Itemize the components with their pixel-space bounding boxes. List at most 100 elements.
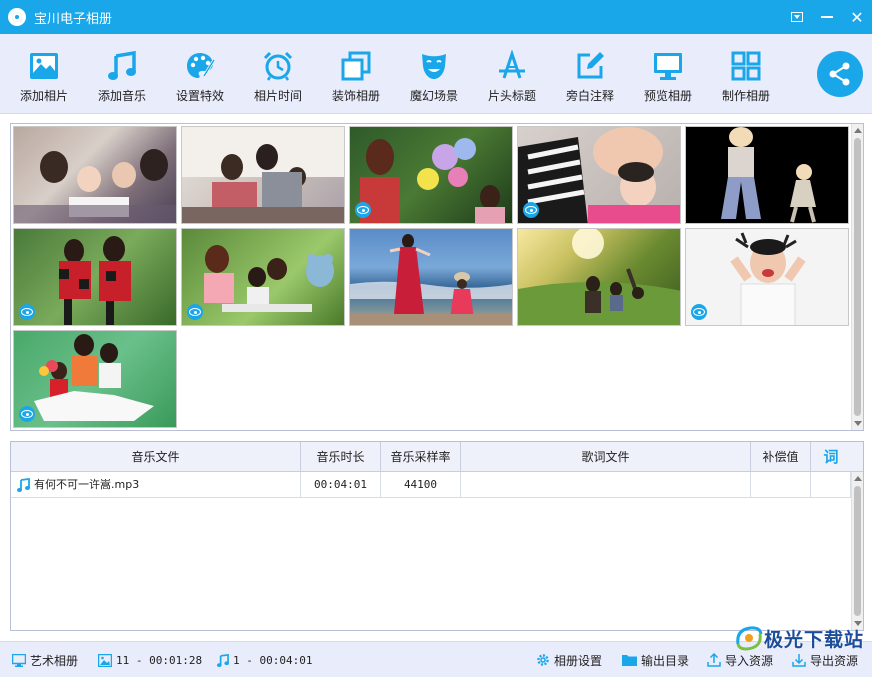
monitor-icon <box>12 653 26 667</box>
set-effects-button[interactable]: 设置特效 <box>161 34 239 114</box>
minimize-button[interactable] <box>812 0 842 34</box>
narration-note-button[interactable]: 旁白注释 <box>551 34 629 114</box>
dropdown-menu-button[interactable] <box>782 0 812 34</box>
column-header-offset[interactable]: 补偿值 <box>751 442 811 472</box>
decorate-icon <box>338 48 374 84</box>
table-row[interactable]: 有何不可一许嵩.mp3 00:04:01 44100 <box>11 472 851 498</box>
preview-eye-icon[interactable] <box>19 304 35 320</box>
photo-summary-text: 11 - 00:01:28 <box>116 653 203 667</box>
gear-icon <box>536 653 550 667</box>
preview-album-label: 预览相册 <box>643 89 692 103</box>
photo-time-label: 相片时间 <box>253 89 302 103</box>
photo-thumbnail-surprised-man[interactable] <box>685 228 849 326</box>
scroll-up-arrow-icon[interactable] <box>854 128 862 133</box>
watermark-logo: 极光下载站 <box>734 624 864 652</box>
scroll-thumb[interactable] <box>854 138 861 416</box>
art-album-label: 艺术相册 <box>30 653 79 668</box>
alarm-clock-icon <box>260 48 296 84</box>
decorate-album-label: 装饰相册 <box>331 89 380 103</box>
photo-summary: 11 - 00:01:28 <box>98 642 202 677</box>
share-button[interactable] <box>817 51 863 97</box>
magic-scene-label: 魔幻场景 <box>409 89 458 103</box>
photo-thumbnail-family-reading[interactable] <box>13 126 177 224</box>
photo-thumbnail-family-sofa[interactable] <box>181 126 345 224</box>
art-album-button[interactable]: 艺术相册 <box>12 642 78 677</box>
preview-eye-icon[interactable] <box>187 304 203 320</box>
edit-note-icon <box>572 48 608 84</box>
lyrics-word-icon[interactable]: 词 <box>811 442 851 472</box>
scroll-down-arrow-icon[interactable] <box>854 421 862 426</box>
watermark-swirl-icon <box>736 626 763 651</box>
share-icon <box>829 62 850 86</box>
photo-time-button[interactable]: 相片时间 <box>239 34 317 114</box>
title-bar: 宝川电子相册 ✕ <box>0 0 872 34</box>
grid-icon <box>728 48 764 84</box>
photo-thumbnail-outdoor-table[interactable] <box>181 228 345 326</box>
export-resources-label: 导出资源 <box>810 653 859 668</box>
add-photo-label: 添加相片 <box>19 89 68 103</box>
make-album-button[interactable]: 制作相册 <box>707 34 785 114</box>
close-button[interactable]: ✕ <box>842 0 872 34</box>
music-file-name: 有何不可一许嵩.mp3 <box>34 478 140 491</box>
column-header-duration[interactable]: 音乐时长 <box>301 442 381 472</box>
opening-title-button[interactable]: 片头标题 <box>473 34 551 114</box>
window-controls: ✕ <box>782 0 872 34</box>
minimize-icon <box>821 16 833 18</box>
window-title: 宝川电子相册 <box>34 11 113 27</box>
photo-thumbnail-beach-walk[interactable] <box>349 228 513 326</box>
column-header-sample-rate[interactable]: 音乐采样率 <box>381 442 461 472</box>
app-logo-icon <box>8 8 26 26</box>
close-icon: ✕ <box>850 7 864 27</box>
preview-eye-icon[interactable] <box>355 202 371 218</box>
add-photo-icon <box>26 48 62 84</box>
music-note-icon <box>17 478 30 492</box>
preview-eye-icon[interactable] <box>523 202 539 218</box>
narration-note-label: 旁白注释 <box>565 89 614 103</box>
make-album-label: 制作相册 <box>721 89 770 103</box>
photo-thumbnail-family-green[interactable] <box>13 330 177 428</box>
photo-thumbnail-balloons[interactable] <box>349 126 513 224</box>
music-duration-cell: 00:04:01 <box>301 472 381 498</box>
music-table-header: 音乐文件 音乐时长 音乐采样率 歌词文件 补偿值 词 <box>11 442 863 472</box>
album-settings-label: 相册设置 <box>554 653 603 668</box>
preview-eye-icon[interactable] <box>19 406 35 422</box>
album-settings-button[interactable]: 相册设置 <box>536 642 602 677</box>
photo-thumbnail-cartoon-dance[interactable] <box>685 126 849 224</box>
preview-album-button[interactable]: 预览相册 <box>629 34 707 114</box>
column-header-lyrics-file[interactable]: 歌词文件 <box>461 442 751 472</box>
dropdown-icon <box>791 12 803 22</box>
music-file-cell: 有何不可一许嵩.mp3 <box>11 472 301 498</box>
add-music-button[interactable]: 添加音乐 <box>83 34 161 114</box>
add-music-label: 添加音乐 <box>97 89 146 103</box>
photo-grid <box>10 123 864 431</box>
decorate-album-button[interactable]: 装饰相册 <box>317 34 395 114</box>
photo-thumbnail-red-dress-girls[interactable] <box>13 228 177 326</box>
watermark-text: 极光下载站 <box>763 628 864 651</box>
opening-title-label: 片头标题 <box>487 89 536 103</box>
palette-icon <box>182 48 218 84</box>
lyrics-extra-cell[interactable] <box>811 472 851 498</box>
monitor-icon <box>650 48 686 84</box>
photo-thumbnail-mother-child[interactable] <box>517 126 681 224</box>
magic-scene-button[interactable]: 魔幻场景 <box>395 34 473 114</box>
add-photo-button[interactable]: 添加相片 <box>5 34 83 114</box>
scroll-up-arrow-icon[interactable] <box>854 476 862 481</box>
music-sample-rate-cell: 44100 <box>381 472 461 498</box>
column-header-music-file[interactable]: 音乐文件 <box>11 442 301 472</box>
music-table-scrollbar[interactable] <box>851 472 863 630</box>
photo-grid-scrollbar[interactable] <box>851 124 863 430</box>
upload-icon <box>707 653 721 667</box>
output-directory-button[interactable]: 输出目录 <box>622 642 689 677</box>
download-icon <box>792 653 806 667</box>
photo-thumbnail-sunset-field[interactable] <box>517 228 681 326</box>
music-note-icon <box>104 48 140 84</box>
offset-cell[interactable] <box>751 472 811 498</box>
preview-eye-icon[interactable] <box>691 304 707 320</box>
scroll-thumb[interactable] <box>854 486 861 616</box>
lyrics-file-cell[interactable] <box>461 472 751 498</box>
set-effects-label: 设置特效 <box>175 89 224 103</box>
main-toolbar: 添加相片 添加音乐 设置特效 相片时间 装饰相册 魔幻场景 片头标题 旁白注释 … <box>0 34 872 114</box>
theater-mask-icon <box>416 48 452 84</box>
output-directory-label: 输出目录 <box>641 653 690 668</box>
music-summary-text: 1 - 00:04:01 <box>233 653 313 667</box>
